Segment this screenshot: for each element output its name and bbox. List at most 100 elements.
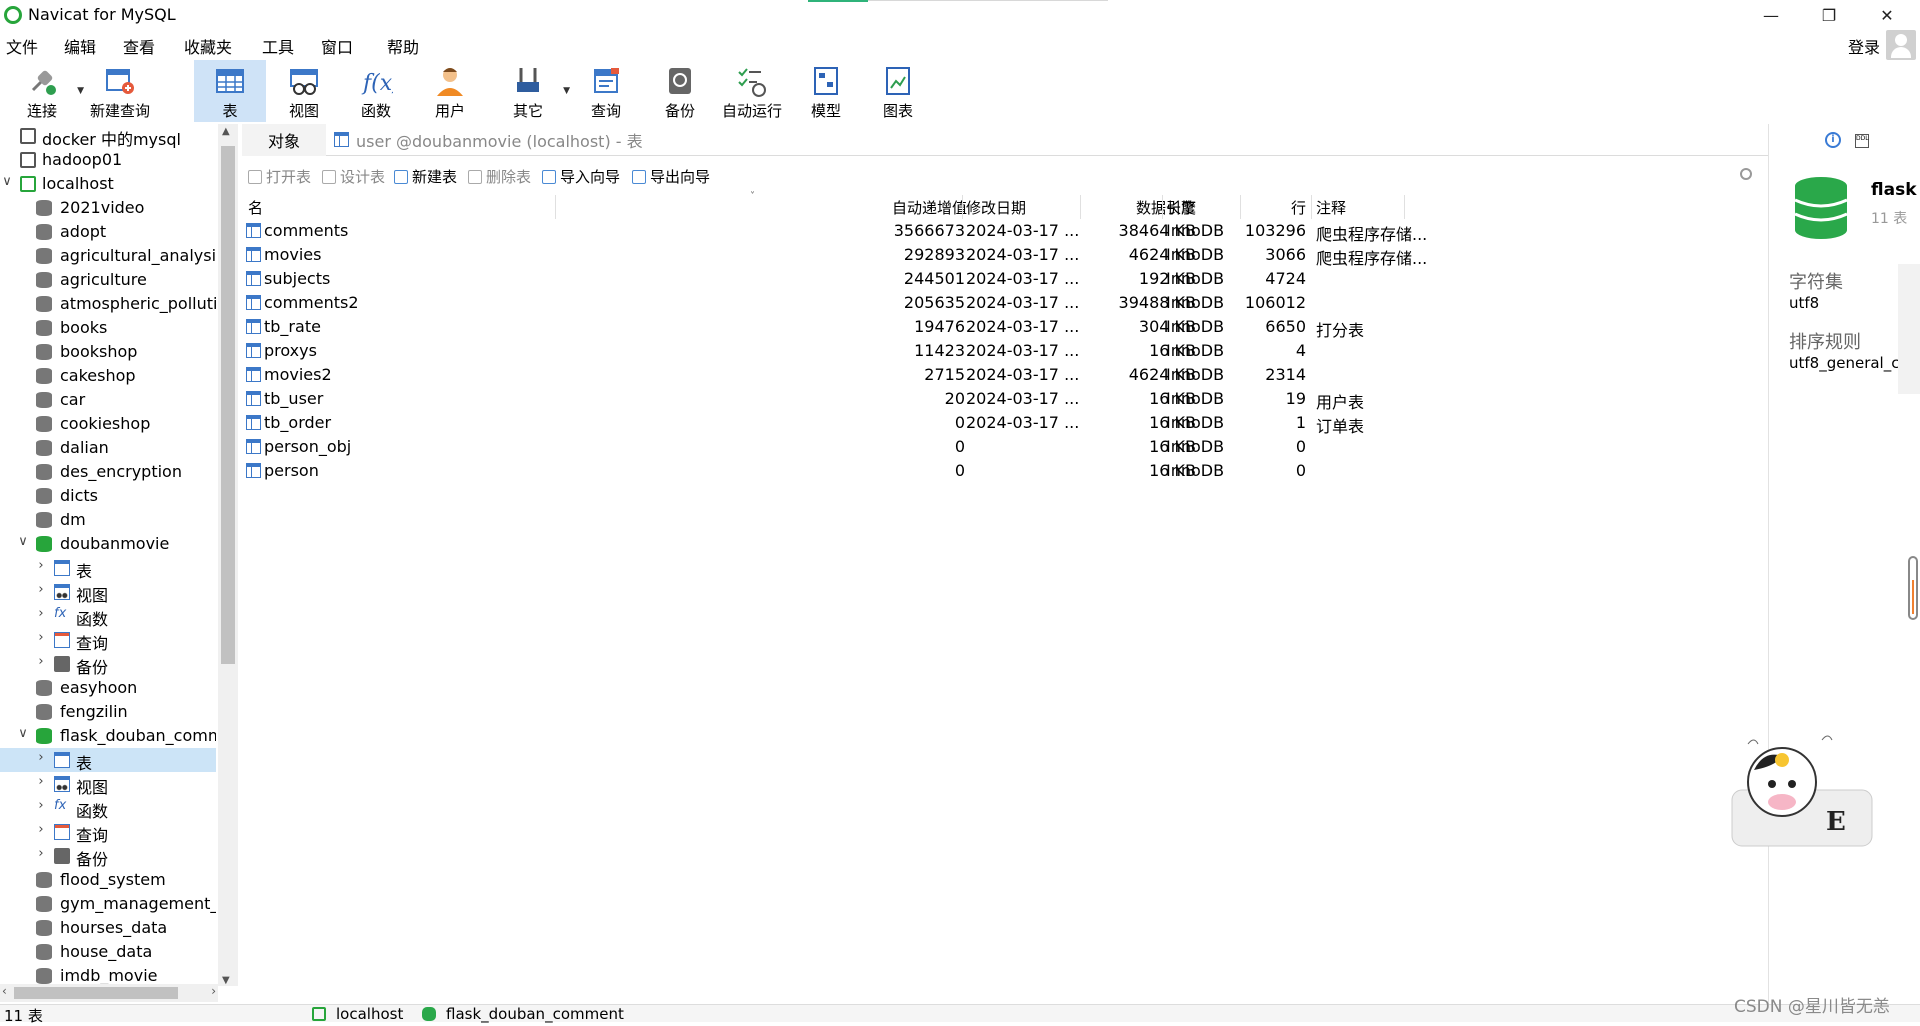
col-name[interactable]: 名 [248,197,263,219]
collapsed-chevron-icon[interactable]: › [34,582,48,597]
tree-item[interactable]: › 视图 [0,580,216,604]
col-engine[interactable]: 引擎 [1166,197,1196,219]
other-dropdown-icon[interactable]: ▼ [563,86,570,96]
collapsed-chevron-icon[interactable]: › [34,798,48,813]
tree-scroll-thumb[interactable] [221,146,235,664]
tree-item[interactable]: ∨ flask_douban_comment [0,724,216,748]
tree-item[interactable]: hadoop01 [0,148,216,172]
toolbar-view-button[interactable]: 视图 [268,60,340,122]
connect-dropdown-icon[interactable]: ▼ [77,86,84,96]
table-row[interactable]: tb_user 20 2024-03-17 ... 16 KB InnoDB 19 用户表 [242,387,1764,412]
menu-file[interactable]: 文件 [6,34,38,58]
toolbar-user-button[interactable]: 用户 [414,60,486,122]
tree-item[interactable]: fengzilin [0,700,216,724]
table-row[interactable]: comments 3566673 2024-03-17 ... 38464 KB Inn… [242,219,1764,244]
tree-item[interactable]: › 表 [0,556,216,580]
tree-item[interactable]: › fx 函数 [0,796,216,820]
tree-item[interactable]: hourses_data [0,916,216,940]
expanded-chevron-icon[interactable]: ∨ [16,726,30,741]
collapsed-chevron-icon[interactable]: › [34,846,48,861]
scroll-up-icon[interactable]: ▲ [222,126,230,137]
tree-item[interactable]: imdb_movie [0,964,216,986]
tree-item[interactable]: cakeshop [0,364,216,388]
toolbar-schedule-button[interactable]: 自动运行 [716,60,788,122]
menu-favorites[interactable]: 收藏夹 [184,34,232,58]
tree-item[interactable]: › 备份 [0,844,216,868]
tree-item[interactable]: › 查询 [0,628,216,652]
collapsed-chevron-icon[interactable]: › [34,606,48,621]
tree-item[interactable]: › 查询 [0,820,216,844]
col-modified-date[interactable]: 修改日期 [966,197,1026,219]
import-wizard-button[interactable]: 导入向导 [542,166,620,187]
tree-item[interactable]: ∨ doubanmovie [0,532,216,556]
col-comment[interactable]: 注释 [1316,197,1346,219]
info-icon[interactable]: i [1825,132,1841,148]
scroll-down-icon[interactable]: ▼ [222,975,230,986]
tree-item[interactable]: › 表 [0,748,216,772]
open-table-button[interactable]: 打开表 [248,166,311,187]
table-row[interactable]: movies 292893 2024-03-17 ... 4624 KB InnoDB 3… [242,243,1764,268]
table-row[interactable]: proxys 11423 2024-03-17 ... 16 KB InnoDB 4 [242,339,1764,363]
tree-item[interactable]: agricultural_analysis [0,244,216,268]
table-row[interactable]: tb_rate 19476 2024-03-17 ... 304 KB InnoDB 66… [242,315,1764,340]
expanded-chevron-icon[interactable]: ∨ [0,174,14,189]
scroll-left-icon[interactable]: ‹ [2,984,7,998]
design-table-button[interactable]: 设计表 [322,166,385,187]
collapsed-chevron-icon[interactable]: › [34,630,48,645]
toolbar-connect-button[interactable]: 连接 ▼ [6,60,84,122]
toolbar-chart-button[interactable]: 图表 [862,60,934,122]
table-row[interactable]: movies2 2715 2024-03-17 ... 4624 KB InnoDB 23… [242,363,1764,387]
export-wizard-button[interactable]: 导出向导 [632,166,710,187]
toolbar-other-button[interactable]: 其它 ▼ [492,60,570,122]
tree-item[interactable]: dm [0,508,216,532]
close-button[interactable]: ✕ [1858,0,1916,30]
table-row[interactable]: person_obj 0 16 KB InnoDB 0 [242,435,1764,459]
tree-item[interactable]: des_encryption [0,460,216,484]
tab-objects[interactable]: 对象 [242,124,326,156]
menu-help[interactable]: 帮助 [387,34,419,58]
tree-horizontal-scrollbar[interactable]: ‹ › [0,984,218,1002]
tab-user-table[interactable]: user @doubanmovie (localhost) - 表 [332,124,872,156]
tree-item[interactable]: agriculture [0,268,216,292]
toolbar-table-button[interactable]: 表 [194,60,266,122]
tree-item[interactable]: dicts [0,484,216,508]
expanded-chevron-icon[interactable]: ∨ [16,534,30,549]
user-avatar-icon[interactable] [1886,30,1916,60]
toolbar-new-query-button[interactable]: 新建查询 [84,60,156,122]
menu-tools[interactable]: 工具 [262,34,294,58]
toolbar-query-button[interactable]: 查询 [570,60,642,122]
toolbar-function-button[interactable]: f(x) 函数 [340,60,412,122]
tree-item[interactable]: adopt [0,220,216,244]
tree-hscroll-thumb[interactable] [14,987,178,999]
tree-item[interactable]: › 视图 [0,772,216,796]
col-rows[interactable]: 行 [1242,197,1306,219]
delete-table-button[interactable]: 删除表 [468,166,531,187]
collapsed-chevron-icon[interactable]: › [34,822,48,837]
tree-item[interactable]: gym_management_system [0,892,216,916]
menu-edit[interactable]: 编辑 [64,34,96,58]
login-link[interactable]: 登录 [1848,34,1880,58]
tree-item[interactable]: books [0,316,216,340]
tree-item[interactable]: flood_system [0,868,216,892]
collapsed-chevron-icon[interactable]: › [34,750,48,765]
tree-item[interactable]: ∨ localhost [0,172,216,196]
maximize-button[interactable]: ❐ [1800,0,1858,30]
collapsed-chevron-icon[interactable]: › [34,558,48,573]
col-auto-increment[interactable]: 自动递增值 [737,197,967,219]
menu-view[interactable]: 查看 [123,34,155,58]
table-row[interactable]: tb_order 0 2024-03-17 ... 16 KB InnoDB 1 订单表 [242,411,1764,436]
tree-item[interactable]: bookshop [0,340,216,364]
tree-item[interactable]: docker 中的mysql [0,124,216,148]
collapsed-chevron-icon[interactable]: › [34,774,48,789]
tree-item[interactable]: car [0,388,216,412]
table-row[interactable]: comments2 205635 2024-03-17 ... 39488 KB Inn… [242,291,1764,315]
tree-item[interactable]: house_data [0,940,216,964]
scroll-right-icon[interactable]: › [211,984,216,998]
table-row[interactable]: subjects 244501 2024-03-17 ... 192 KB InnoDB… [242,267,1764,291]
new-table-button[interactable]: 新建表 [394,166,457,187]
tree-item[interactable]: 2021video [0,196,216,220]
tree-item[interactable]: › 备份 [0,652,216,676]
table-row[interactable]: person 0 16 KB InnoDB 0 [242,459,1764,483]
toolbar-model-button[interactable]: 模型 [790,60,862,122]
tree-item[interactable]: dalian [0,436,216,460]
